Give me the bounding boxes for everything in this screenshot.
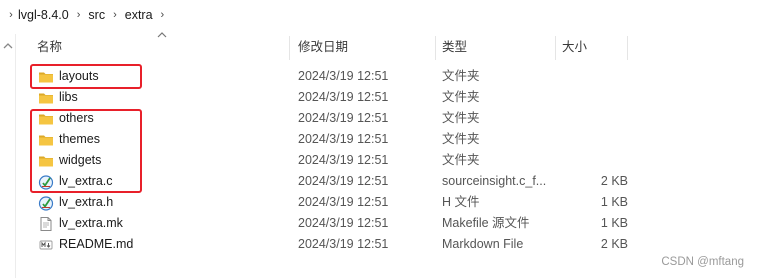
file-name: lv_extra.h [59, 195, 114, 209]
file-type: 文件夹 [442, 69, 480, 83]
highlight-box-layouts [30, 64, 142, 89]
breadcrumb-chevron-icon[interactable]: › [107, 9, 123, 21]
address-bar[interactable]: › lvgl-8.4.0 › src › extra › [0, 0, 758, 30]
file-size: 1 KB [600, 216, 628, 230]
file-date: 2024/3/19 12:51 [298, 153, 389, 167]
file-size: 2 KB [600, 174, 628, 188]
highlight-box-others-to-lv-extra-c [30, 109, 142, 193]
breadcrumb-extra[interactable]: extra [123, 7, 155, 23]
file-date: 2024/3/19 12:51 [298, 174, 389, 188]
file-size [560, 150, 628, 171]
collapse-up-icon[interactable] [3, 42, 13, 50]
file-type: H 文件 [442, 195, 480, 209]
column-header-type[interactable]: 类型 [435, 36, 553, 60]
file-size [560, 66, 628, 87]
file-row-readme[interactable]: README.md 2024/3/19 12:51 Markdown File … [30, 234, 758, 255]
file-row-lv-extra-h[interactable]: lv_extra.h 2024/3/19 12:51 H 文件 1 KB [30, 192, 758, 213]
file-name-cell: README.md [38, 234, 288, 255]
breadcrumb-chevron-icon[interactable]: › [71, 9, 87, 21]
column-header-size[interactable]: 大小 [555, 36, 625, 60]
file-type: 文件夹 [442, 153, 480, 167]
breadcrumb-chevron-icon[interactable]: › [155, 9, 171, 21]
file-size [560, 87, 628, 108]
file-size: 1 KB [600, 195, 628, 209]
navigation-pane-edge [0, 34, 16, 278]
watermark: CSDN @mftang [661, 256, 744, 268]
header-file-icon [38, 195, 54, 211]
file-size [560, 108, 628, 129]
file-name-cell: libs [38, 87, 288, 108]
file-type: 文件夹 [442, 90, 480, 104]
file-date: 2024/3/19 12:51 [298, 111, 389, 125]
file-date: 2024/3/19 12:51 [298, 69, 389, 83]
breadcrumb-src[interactable]: src [86, 7, 107, 23]
column-header-row: 名称 修改日期 类型 大小 [30, 36, 758, 60]
file-type: 文件夹 [442, 111, 480, 125]
file-type: 文件夹 [442, 132, 480, 146]
file-name-cell: lv_extra.mk [38, 213, 288, 234]
breadcrumb-root-chevron-icon[interactable]: › [6, 9, 16, 21]
file-date: 2024/3/19 12:51 [298, 132, 389, 146]
column-header-name[interactable]: 名称 [30, 36, 288, 60]
file-type: Markdown File [442, 237, 524, 251]
breadcrumb-lvgl[interactable]: lvgl-8.4.0 [16, 7, 71, 23]
file-date: 2024/3/19 12:51 [298, 237, 389, 251]
makefile-icon [40, 216, 52, 231]
file-date: 2024/3/19 12:51 [298, 90, 389, 104]
file-date: 2024/3/19 12:51 [298, 195, 389, 209]
markdown-file-icon [39, 240, 53, 249]
column-header-date[interactable]: 修改日期 [291, 36, 431, 60]
file-name: lv_extra.mk [59, 216, 123, 230]
file-row-lv-extra-mk[interactable]: lv_extra.mk 2024/3/19 12:51 Makefile 源文件… [30, 213, 758, 234]
folder-icon [39, 93, 53, 103]
file-name: libs [59, 90, 78, 104]
file-name-cell: lv_extra.h [38, 192, 288, 213]
file-type: sourceinsight.c_f... [442, 174, 547, 188]
file-type: Makefile 源文件 [442, 216, 530, 230]
file-name: README.md [59, 237, 134, 251]
file-size [560, 129, 628, 150]
column-divider[interactable] [289, 36, 290, 60]
file-date: 2024/3/19 12:51 [298, 216, 389, 230]
file-size: 2 KB [600, 237, 628, 251]
file-row-libs[interactable]: libs 2024/3/19 12:51 文件夹 [30, 87, 758, 108]
column-divider[interactable] [627, 36, 628, 60]
